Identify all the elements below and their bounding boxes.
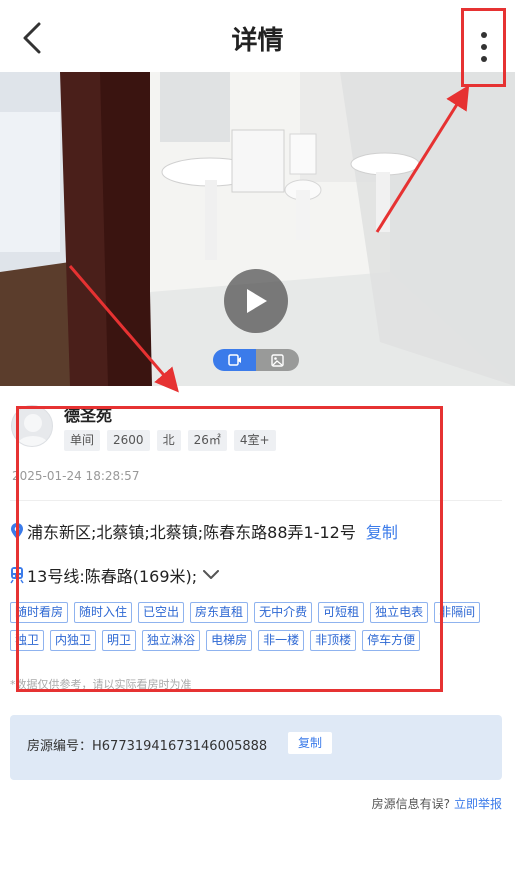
feature-tag: 电梯房 bbox=[206, 630, 253, 651]
tag-room-type: 单间 bbox=[64, 430, 101, 451]
feature-tag: 独立淋浴 bbox=[142, 630, 201, 651]
copy-code-button[interactable]: 复制 bbox=[288, 732, 333, 754]
media-type-toggle bbox=[213, 349, 299, 371]
feature-tag: 内独卫 bbox=[50, 630, 97, 651]
video-icon bbox=[227, 354, 241, 366]
community-name: 德圣苑 bbox=[64, 406, 113, 425]
feature-tag: 随时看房 bbox=[10, 602, 69, 623]
feature-tag: 可短租 bbox=[318, 602, 365, 623]
chevron-left-icon bbox=[23, 22, 41, 54]
report-question: 房源信息有误? bbox=[371, 797, 450, 811]
tag-price: 2600 bbox=[107, 430, 150, 451]
media-viewer[interactable] bbox=[0, 72, 515, 386]
expand-metro-button[interactable] bbox=[203, 570, 220, 580]
feature-tag: 房东直租 bbox=[190, 602, 249, 623]
image-tab[interactable] bbox=[256, 349, 299, 371]
feature-tag: 独卫 bbox=[10, 630, 45, 651]
room-photo bbox=[0, 72, 515, 386]
tag-area: 26㎡ bbox=[187, 430, 227, 451]
feature-tag: 停车方便 bbox=[362, 630, 421, 651]
video-tab[interactable] bbox=[213, 349, 256, 371]
feature-tag: 已空出 bbox=[138, 602, 185, 623]
feature-tags: 随时看房 随时入住 已空出 房东直租 无中介费 可短租 独立电表 非隔间 独卫 … bbox=[10, 602, 502, 651]
report-row: 房源信息有误? 立即举报 bbox=[372, 795, 502, 812]
back-button[interactable] bbox=[14, 18, 50, 58]
feature-tag: 独立电表 bbox=[370, 602, 429, 623]
feature-tag: 随时入住 bbox=[74, 602, 133, 623]
summary-tags: 单间 2600 北 26㎡ 4室+ bbox=[64, 430, 276, 451]
feature-tag: 非隔间 bbox=[434, 602, 481, 623]
feature-tag: 无中介费 bbox=[254, 602, 313, 623]
report-link[interactable]: 立即举报 bbox=[454, 797, 502, 811]
address-row: 浦东新区;北蔡镇;北蔡镇;陈春东路88弄1-12号 复制 bbox=[10, 519, 398, 543]
image-icon bbox=[271, 353, 284, 367]
play-icon bbox=[247, 289, 267, 313]
feature-tag: 非顶楼 bbox=[310, 630, 357, 651]
metro-icon bbox=[10, 567, 24, 584]
address-text: 浦东新区;北蔡镇;北蔡镇;陈春东路88弄1-12号 bbox=[27, 523, 356, 542]
metro-row: 13号线:陈春路(169米); bbox=[10, 563, 220, 587]
location-pin-icon bbox=[11, 523, 23, 539]
feature-tag: 明卫 bbox=[102, 630, 137, 651]
top-bar: 详情 bbox=[0, 0, 515, 72]
chevron-down-icon bbox=[203, 570, 220, 579]
divider bbox=[10, 500, 502, 501]
data-disclaimer: *数据仅供参考，请以实际看房时为准 bbox=[10, 678, 192, 691]
avatar bbox=[11, 405, 53, 447]
user-placeholder-icon bbox=[17, 414, 49, 446]
more-vertical-icon bbox=[481, 32, 487, 62]
feature-tag: 非一楼 bbox=[258, 630, 305, 651]
copy-address-button[interactable]: 复制 bbox=[366, 519, 398, 543]
publish-timestamp: 2025-01-24 18:28:57 bbox=[12, 469, 140, 483]
listing-code: 房源编号：H67731941673146005888 bbox=[27, 739, 268, 754]
listing-code-card: 房源编号：H67731941673146005888 复制 bbox=[10, 715, 502, 780]
play-video-button[interactable] bbox=[224, 269, 288, 333]
tag-layout: 4室+ bbox=[233, 430, 276, 451]
metro-text: 13号线:陈春路(169米); bbox=[27, 567, 198, 586]
tag-orientation: 北 bbox=[156, 430, 181, 451]
page-title: 详情 bbox=[231, 26, 284, 56]
